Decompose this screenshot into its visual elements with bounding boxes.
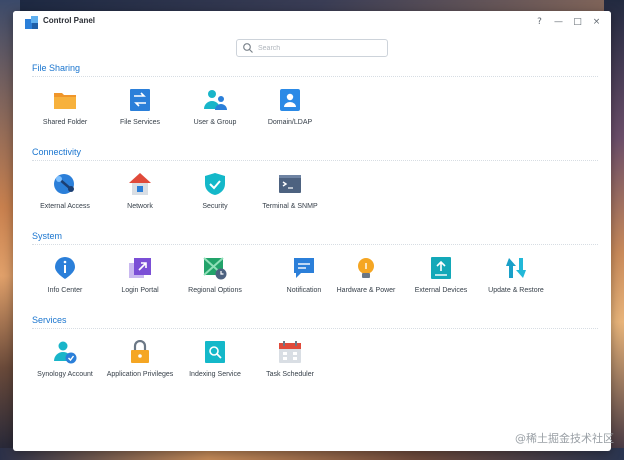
- tile-external-devices[interactable]: External Devices: [403, 256, 479, 296]
- lock-icon: [131, 340, 149, 363]
- tile-label: Application Privileges: [106, 371, 174, 378]
- tile-label: Regional Options: [188, 287, 242, 294]
- window-controls: ? — □ ×: [533, 15, 603, 28]
- search-input[interactable]: [258, 44, 378, 52]
- section-title-system: System: [32, 231, 63, 241]
- tile-label: Update & Restore: [488, 287, 544, 294]
- tile-external-access[interactable]: External Access: [27, 172, 103, 212]
- shield-icon: [205, 173, 225, 195]
- window-title: Control Panel: [43, 16, 96, 25]
- folder-icon: [54, 93, 76, 109]
- maximize-button[interactable]: □: [571, 15, 584, 28]
- minimize-button[interactable]: —: [552, 15, 565, 28]
- indexing-icon: [205, 341, 225, 363]
- tile-network[interactable]: Network: [102, 172, 178, 212]
- external-access-icon: [54, 174, 74, 194]
- help-button[interactable]: ?: [533, 15, 546, 28]
- tile-label: Hardware & Power: [336, 287, 396, 294]
- search-icon: [243, 43, 253, 53]
- login-portal-icon: [129, 258, 151, 278]
- tile-label: Synology Account: [37, 371, 93, 378]
- tile-label: Info Center: [47, 287, 83, 294]
- section-title-services: Services: [32, 315, 67, 325]
- tile-hardware-power[interactable]: Hardware & Power: [328, 256, 404, 296]
- tile-file-services[interactable]: File Services: [102, 88, 178, 128]
- tile-info-center[interactable]: Info Center: [27, 256, 103, 296]
- watermark: @稀土掘金技术社区: [515, 432, 614, 445]
- section-divider: [32, 244, 598, 245]
- tile-label: Security: [202, 203, 228, 210]
- control-panel-window: Control Panel ? — □ × File Sharing Share…: [13, 11, 611, 451]
- network-house-icon: [129, 173, 151, 195]
- tile-label: Terminal & SNMP: [262, 203, 318, 210]
- tile-application-privileges[interactable]: Application Privileges: [102, 340, 178, 380]
- section-title-file-sharing: File Sharing: [32, 63, 81, 73]
- tile-user-group[interactable]: User & Group: [177, 88, 253, 128]
- calendar-icon: [279, 341, 301, 363]
- tile-label: Network: [127, 203, 153, 210]
- tile-label: External Access: [40, 203, 90, 210]
- tile-label: Task Scheduler: [266, 371, 314, 378]
- update-icon: [506, 258, 526, 278]
- section-title-connectivity: Connectivity: [32, 147, 82, 157]
- regional-options-icon: [203, 257, 227, 280]
- section-divider: [32, 160, 598, 161]
- file-services-icon: [130, 89, 150, 111]
- search-box[interactable]: [236, 39, 388, 57]
- section-divider: [32, 76, 598, 77]
- tile-label: Login Portal: [121, 287, 159, 294]
- tile-synology-account[interactable]: Synology Account: [27, 340, 103, 380]
- tile-domain-ldap[interactable]: Domain/LDAP: [252, 88, 328, 128]
- tile-indexing-service[interactable]: Indexing Service: [177, 340, 253, 380]
- close-button[interactable]: ×: [590, 15, 603, 28]
- tile-terminal-snmp[interactable]: Terminal & SNMP: [252, 172, 328, 212]
- title-bar[interactable]: Control Panel ? — □ ×: [13, 11, 611, 33]
- synology-account-icon: [54, 341, 77, 364]
- tile-label: Indexing Service: [189, 371, 241, 378]
- tile-label: Shared Folder: [42, 119, 88, 126]
- tile-label: User & Group: [193, 119, 237, 126]
- bulb-icon: [358, 258, 374, 278]
- tile-shared-folder[interactable]: Shared Folder: [27, 88, 103, 128]
- tile-task-scheduler[interactable]: Task Scheduler: [252, 340, 328, 380]
- tile-login-portal[interactable]: Login Portal: [102, 256, 178, 296]
- user-group-icon: [204, 90, 227, 110]
- section-divider: [32, 328, 598, 329]
- tile-update-restore[interactable]: Update & Restore: [478, 256, 554, 296]
- tile-label: File Services: [119, 119, 161, 126]
- tile-regional-options[interactable]: Regional Options: [177, 256, 253, 296]
- info-icon: [55, 257, 75, 279]
- external-devices-icon: [431, 257, 451, 279]
- tile-label: Domain/LDAP: [267, 119, 313, 126]
- tile-security[interactable]: Security: [177, 172, 253, 212]
- control-panel-app-icon: [25, 16, 38, 29]
- notification-icon: [294, 258, 314, 278]
- terminal-icon: [279, 175, 301, 193]
- domain-icon: [280, 89, 300, 111]
- tile-label: External Devices: [414, 287, 468, 294]
